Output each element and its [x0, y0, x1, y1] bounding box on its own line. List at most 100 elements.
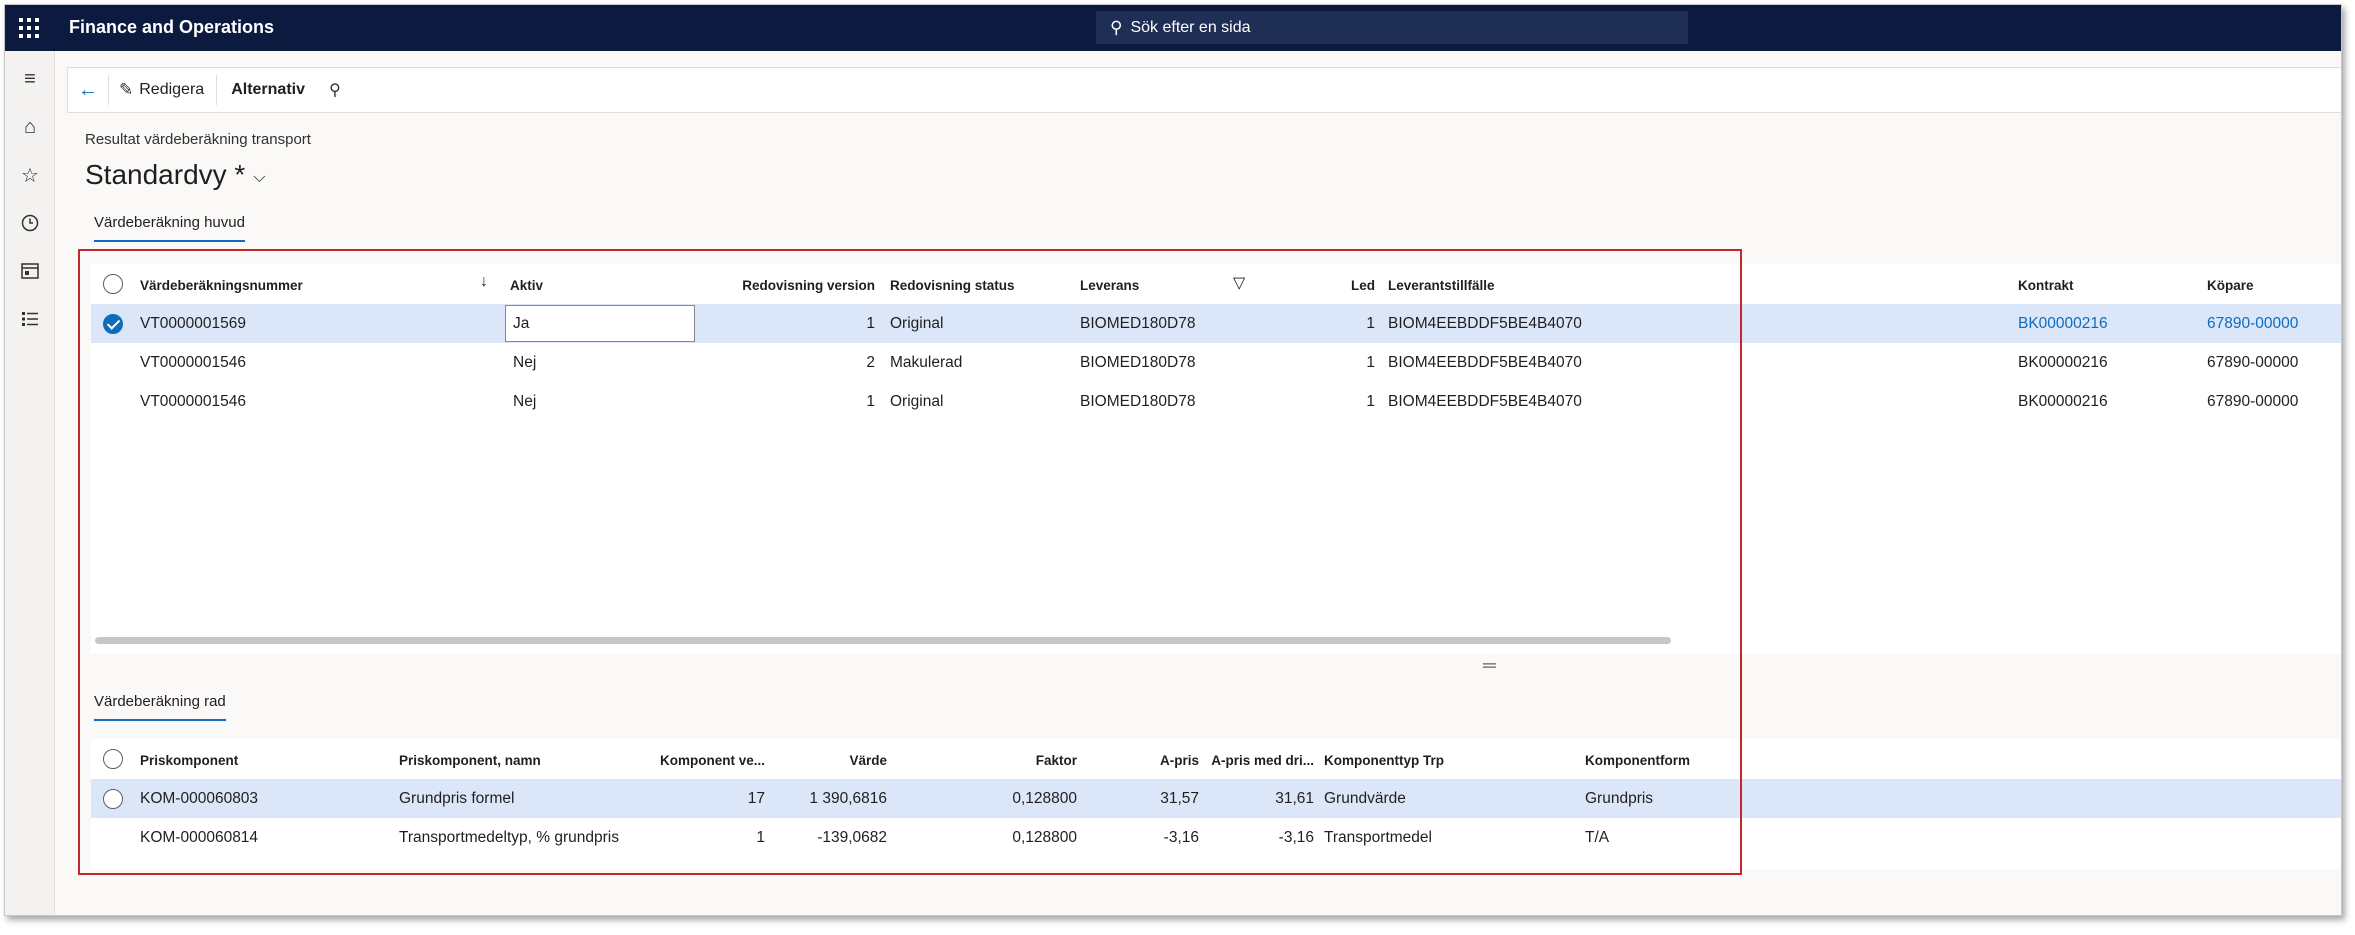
cell-buyer[interactable]: 67890-00000 — [2207, 354, 2298, 372]
pencil-icon: ✎ — [119, 80, 134, 99]
cell-unit-price-op[interactable]: 31,61 — [1201, 790, 1314, 808]
active-cell-editor[interactable] — [505, 305, 695, 342]
column-header-component[interactable]: Priskomponent — [140, 753, 238, 768]
cell-component-version[interactable]: 17 — [635, 790, 765, 808]
cell-acc-version[interactable]: 2 — [705, 354, 875, 372]
column-header-acc-version[interactable]: Redovisning version — [705, 278, 875, 293]
row-checkbox[interactable] — [103, 789, 123, 809]
tab-header[interactable]: Värdeberäkning huvud — [94, 214, 245, 242]
column-header-contract[interactable]: Kontrakt — [2018, 278, 2074, 293]
app-window: Finance and Operations ⚲ Sök efter en si… — [4, 4, 2342, 916]
cell-component-form[interactable]: T/A — [1585, 829, 1609, 847]
cell-delivery[interactable]: BIOMED180D78 — [1080, 393, 1195, 411]
cell-contract[interactable]: BK00000216 — [2018, 393, 2108, 411]
top-bar: Finance and Operations ⚲ Sök efter en si… — [5, 5, 2341, 51]
tab-lines[interactable]: Värdeberäkning rad — [94, 693, 226, 721]
cell-unit-price[interactable]: 31,57 — [1095, 790, 1199, 808]
cell-leg[interactable]: 1 — [1305, 354, 1375, 372]
cell-factor[interactable]: 0,128800 — [905, 829, 1077, 847]
cell-unit-price-op[interactable]: -3,16 — [1201, 829, 1314, 847]
column-header-factor[interactable]: Faktor — [905, 753, 1077, 768]
cell-value[interactable]: 1 390,6816 — [775, 790, 887, 808]
column-header-component-type[interactable]: Komponenttyp Trp — [1324, 753, 1444, 768]
cell-delivery[interactable]: BIOMED180D78 — [1080, 354, 1195, 372]
column-header-active[interactable]: Aktiv — [510, 278, 543, 293]
cell-supplier-occasion[interactable]: BIOM4EEBDDF5BE4B4070 — [1388, 354, 1582, 372]
column-header-unit-price-op[interactable]: A-pris med dri... — [1201, 753, 1314, 768]
left-navigation: ≡ ⌂ ☆ — [5, 51, 55, 915]
cell-acc-version[interactable]: 1 — [705, 315, 875, 333]
breadcrumb: Resultat värdeberäkning transport — [85, 131, 311, 148]
chevron-down-icon: ⌵ — [253, 169, 266, 186]
column-header-supplier-occasion[interactable]: Leverantstillfälle — [1388, 278, 1495, 293]
column-header-delivery[interactable]: Leverans — [1080, 278, 1139, 293]
cell-component[interactable]: KOM-000060814 — [140, 829, 258, 847]
column-header-component-form[interactable]: Komponentform — [1585, 753, 1690, 768]
app-title[interactable]: Finance and Operations — [69, 17, 274, 38]
cell-value[interactable]: -139,0682 — [775, 829, 887, 847]
cell-unit-price[interactable]: -3,16 — [1095, 829, 1199, 847]
select-all-checkbox[interactable] — [103, 274, 123, 294]
splitter-handle-icon[interactable]: ═ — [1483, 655, 1496, 676]
cell-number[interactable]: VT0000001546 — [140, 393, 246, 411]
cell-acc-status[interactable]: Makulerad — [890, 354, 962, 372]
home-icon[interactable]: ⌂ — [5, 107, 55, 147]
app-launcher-icon[interactable] — [19, 18, 39, 38]
cell-component-version[interactable]: 1 — [635, 829, 765, 847]
column-header-number[interactable]: Värdeberäkningsnummer — [140, 278, 303, 293]
cell-active[interactable]: Ja — [513, 315, 529, 333]
column-header-unit-price[interactable]: A-pris — [1095, 753, 1199, 768]
cell-number[interactable]: VT0000001569 — [140, 315, 246, 333]
search-placeholder: Sök efter en sida — [1130, 18, 1251, 36]
list-icon[interactable] — [5, 299, 55, 339]
sort-arrow-icon[interactable]: ↓ — [480, 273, 488, 291]
column-header-leg[interactable]: Led — [1305, 278, 1375, 293]
column-header-acc-status[interactable]: Redovisning status — [890, 278, 1015, 293]
cell-buyer-link[interactable]: 67890-00000 — [2207, 315, 2298, 333]
table-row-selected[interactable] — [91, 304, 2341, 343]
cell-acc-version[interactable]: 1 — [705, 393, 875, 411]
filter-icon[interactable]: ▽ — [1233, 273, 1245, 293]
cell-active[interactable]: Nej — [513, 354, 536, 372]
page-title: Standardvy * — [85, 159, 246, 190]
column-header-value[interactable]: Värde — [775, 753, 887, 768]
cell-number[interactable]: VT0000001546 — [140, 354, 246, 372]
clock-icon[interactable] — [5, 203, 55, 243]
cell-delivery[interactable]: BIOMED180D78 — [1080, 315, 1195, 333]
cell-component-type[interactable]: Grundvärde — [1324, 790, 1406, 808]
cell-component-form[interactable]: Grundpris — [1585, 790, 1653, 808]
options-button[interactable]: Alternativ — [217, 68, 321, 112]
cell-contract-link[interactable]: BK00000216 — [2018, 315, 2108, 333]
action-pane: ← ✎ Redigera Alternativ ⚲ — [67, 67, 2341, 113]
workspace-icon[interactable] — [5, 251, 55, 291]
cell-component-name[interactable]: Grundpris formel — [399, 790, 514, 808]
cell-factor[interactable]: 0,128800 — [905, 790, 1077, 808]
cell-contract[interactable]: BK00000216 — [2018, 354, 2108, 372]
cell-supplier-occasion[interactable]: BIOM4EEBDDF5BE4B4070 — [1388, 315, 1582, 333]
cell-supplier-occasion[interactable]: BIOM4EEBDDF5BE4B4070 — [1388, 393, 1582, 411]
cell-leg[interactable]: 1 — [1305, 315, 1375, 333]
cell-component-type[interactable]: Transportmedel — [1324, 829, 1432, 847]
action-search-icon[interactable]: ⚲ — [321, 68, 349, 112]
cell-leg[interactable]: 1 — [1305, 393, 1375, 411]
view-selector[interactable]: Standardvy * ⌵ — [85, 159, 265, 191]
horizontal-scrollbar[interactable] — [95, 637, 1671, 644]
page-search-input[interactable]: ⚲ Sök efter en sida — [1096, 11, 1688, 44]
cell-acc-status[interactable]: Original — [890, 315, 943, 333]
cell-active[interactable]: Nej — [513, 393, 536, 411]
column-header-component-name[interactable]: Priskomponent, namn — [399, 753, 541, 768]
cell-acc-status[interactable]: Original — [890, 393, 943, 411]
select-all-checkbox[interactable] — [103, 749, 123, 769]
edit-button[interactable]: ✎ Redigera — [109, 68, 216, 112]
edit-button-label: Redigera — [139, 81, 205, 98]
column-header-buyer[interactable]: Köpare — [2207, 278, 2254, 293]
search-icon: ⚲ — [1110, 17, 1123, 37]
cell-component-name[interactable]: Transportmedeltyp, % grundpris — [399, 829, 619, 847]
star-icon[interactable]: ☆ — [5, 155, 55, 195]
cell-component[interactable]: KOM-000060803 — [140, 790, 258, 808]
hamburger-icon[interactable]: ≡ — [5, 59, 55, 99]
back-arrow-icon[interactable]: ← — [68, 68, 108, 112]
column-header-component-version[interactable]: Komponent ve... — [635, 753, 765, 768]
row-checkbox[interactable] — [103, 314, 123, 334]
cell-buyer[interactable]: 67890-00000 — [2207, 393, 2298, 411]
